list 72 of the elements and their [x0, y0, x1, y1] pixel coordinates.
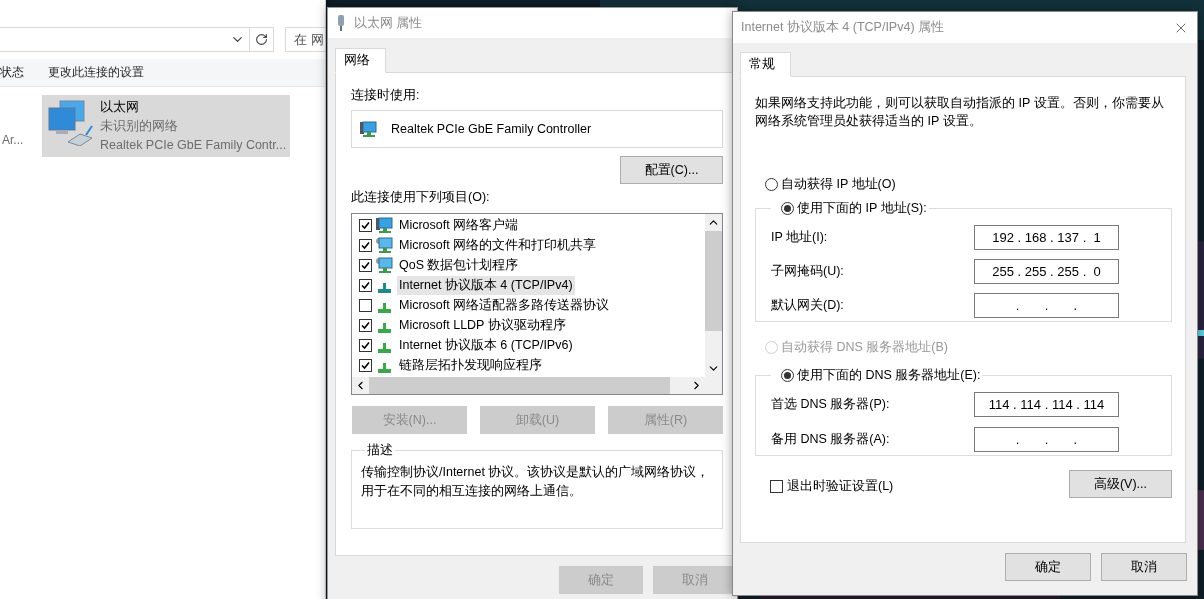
command-item[interactable]: 状态	[0, 64, 24, 81]
ip-address-field[interactable]: 192 . 168 . 137 . 1	[974, 225, 1119, 250]
connection-device[interactable]: Ar...	[2, 133, 24, 147]
component-item[interactable]: QoS 数据包计划程序	[397, 255, 521, 275]
checkbox-label: 退出时验证设置(L)	[787, 478, 894, 495]
checkbox[interactable]	[359, 338, 372, 352]
field-label: 备用 DNS 服务器(A):	[771, 431, 890, 448]
field-label: 首选 DNS 服务器(P):	[771, 396, 890, 413]
group-title: 描述	[366, 442, 394, 459]
horizontal-scrollbar[interactable]	[352, 377, 705, 394]
ip-address-field[interactable]: 255 . 255 . 255 . 0	[974, 259, 1119, 284]
network-protocol-icon	[378, 342, 391, 353]
search-field[interactable]: 在 网	[285, 27, 325, 52]
ip-address-field[interactable]: 114 . 114 . 114 . 114	[974, 392, 1119, 417]
command-item[interactable]: 更改此连接的设置	[48, 64, 144, 81]
connection-status: 未识别的网络	[100, 118, 179, 135]
advanced-button[interactable]: 高级(V)...	[1069, 470, 1172, 498]
field-label: IP 地址(I):	[771, 229, 828, 246]
configure-button[interactable]: 配置(C)...	[620, 156, 723, 184]
component-item[interactable]: Microsoft 网络的文件和打印机共享	[397, 235, 599, 255]
tab[interactable]: 常规	[740, 52, 791, 77]
component-item[interactable]: Microsoft 网络适配器多路传送器协议	[397, 295, 612, 315]
tab[interactable]: 网络	[335, 48, 386, 73]
network-protocol-icon	[378, 302, 391, 313]
network-computers-icon	[46, 98, 94, 146]
description-text: 传输控制协议/Internet 协议。该协议是默认的广域网络协议，用于在不同的相互连接的网络上通信。	[361, 464, 711, 500]
component-item[interactable]: Microsoft LLDP 协议驱动程序	[397, 315, 568, 335]
connection-item[interactable]: 以太网 未识别的网络 Realtek PCIe GbE Family Contr...	[42, 95, 291, 157]
radio-label: 自动获得 IP 地址(O)	[781, 176, 896, 193]
checkbox[interactable]	[359, 278, 372, 292]
plug-icon	[336, 15, 346, 31]
section-label: 连接时使用:	[351, 87, 421, 104]
ip-address-field[interactable]: . . .	[974, 293, 1119, 318]
computer-icon	[360, 120, 377, 138]
component-item[interactable]: Microsoft 网络客户端	[397, 215, 521, 235]
adapter-name: Realtek PCIe GbE Family Controller	[391, 122, 592, 136]
ip-address-field[interactable]: . . .	[974, 427, 1119, 452]
intro-text: 如果网络支持此功能，则可以获取自动指派的 IP 设置。否则，你需要从网络系统管理员处获得适当的 IP 设置。	[755, 95, 1165, 130]
dialog-button[interactable]: 取消	[1101, 553, 1187, 581]
radio-button[interactable]	[765, 178, 778, 191]
radio-button[interactable]	[781, 369, 794, 382]
refresh-icon	[255, 33, 269, 46]
component-item[interactable]: Internet 协议版本 6 (TCP/IPv6)	[397, 335, 575, 355]
window-title: 以太网 属性	[354, 14, 424, 32]
connection-device: Realtek PCIe GbE Family Contr...	[100, 137, 287, 154]
checkbox[interactable]	[359, 258, 372, 272]
computer-icon	[376, 216, 393, 234]
checkbox[interactable]	[359, 318, 372, 332]
radio-label: 使用下面的 DNS 服务器地址(E):	[797, 367, 981, 384]
checkbox[interactable]	[359, 358, 372, 372]
window-title: Internet 协议版本 4 (TCP/IPv4) 属性	[741, 19, 946, 36]
network-protocol-icon	[378, 282, 391, 293]
component-item[interactable]: 链路层拓扑发现响应程序	[397, 355, 544, 375]
network-protocol-icon	[378, 362, 391, 373]
field-label: 子网掩码(U):	[771, 263, 844, 280]
network-protocol-icon	[378, 322, 391, 333]
radio-label: 使用下面的 IP 地址(S):	[797, 200, 927, 217]
refresh-button[interactable]	[250, 27, 274, 52]
field-label: 默认网关(D):	[771, 297, 844, 314]
checkbox[interactable]	[359, 298, 372, 312]
checkbox[interactable]	[359, 218, 372, 232]
radio-button[interactable]	[781, 202, 794, 215]
computer-icon	[376, 256, 393, 274]
connection-name: 以太网	[100, 99, 140, 116]
vertical-scrollbar[interactable]	[705, 214, 722, 377]
checkbox[interactable]	[359, 238, 372, 252]
radio-label: 自动获得 DNS 服务器地址(B)	[781, 339, 948, 356]
component-item[interactable]: Internet 协议版本 4 (TCP/IPv4)	[397, 275, 575, 295]
dialog-button[interactable]: 确定	[1005, 553, 1091, 581]
section-label: 此连接使用下列项目(O):	[351, 189, 491, 206]
computer-icon	[376, 236, 393, 254]
checkbox[interactable]	[770, 480, 783, 493]
